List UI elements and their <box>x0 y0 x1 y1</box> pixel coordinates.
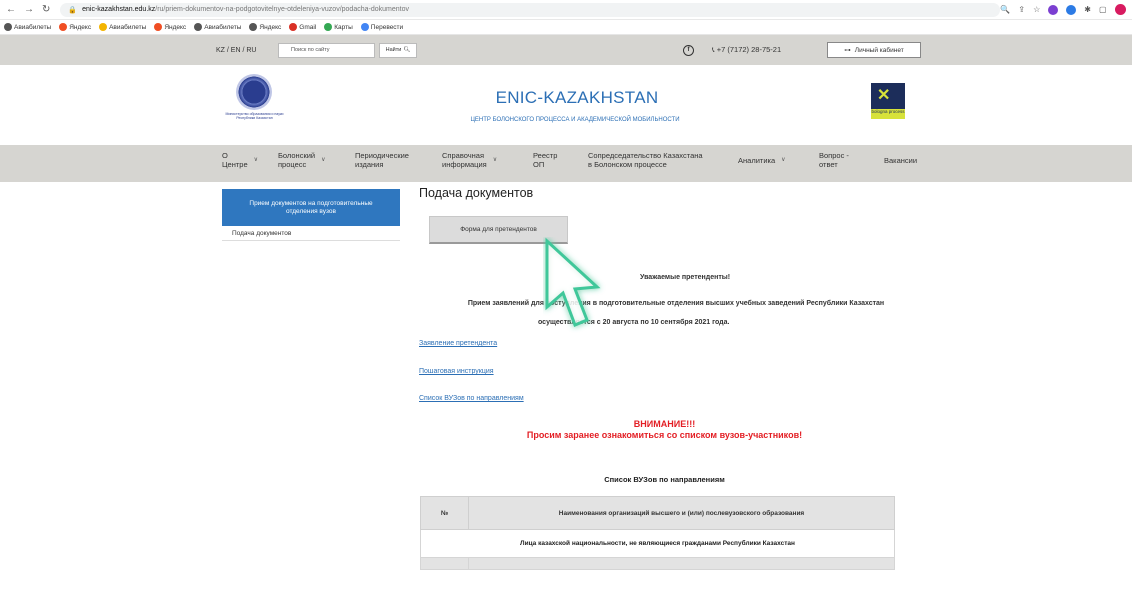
notice-line-2: осуществляется с 20 августа по 10 сентяб… <box>538 319 730 326</box>
ministry-seal-icon <box>236 74 272 110</box>
notice-line-1: Прием заявлений для поступления в подгот… <box>467 300 885 307</box>
url-path: /ru/priem-dokumentov-na-podgotovitelnye-… <box>155 6 409 13</box>
browser-nav: ← → ↻ <box>0 4 60 15</box>
yandex-icon <box>154 23 163 31</box>
bookmark-item[interactable]: Gmail <box>289 23 316 31</box>
chevron-down-icon: ∨ <box>781 157 786 163</box>
link-university-list[interactable]: Список ВУЗов по направлениям <box>419 395 524 402</box>
bologna-mark-icon: ✕ <box>877 87 891 104</box>
nav-item-about[interactable]: О Центре ∨ <box>222 151 258 169</box>
search-button[interactable]: Найти 🔍︎ <box>379 42 417 58</box>
maps-icon <box>324 23 333 31</box>
table-row: Лица казахской национальности, не являющ… <box>420 529 895 558</box>
share-icon[interactable]: ⇪ <box>1018 5 1025 14</box>
sidebar-heading[interactable]: Прием документов на подготовительные отд… <box>222 189 400 226</box>
bookmark-item[interactable]: Яндекс <box>154 23 186 31</box>
bookmark-item[interactable]: Яндекс <box>59 23 91 31</box>
table-cell-category: Лица казахской национальности, не являющ… <box>420 529 895 558</box>
page-title: Подача документов <box>419 186 534 200</box>
sidepanel-icon[interactable]: ▢ <box>1099 5 1107 14</box>
table-cell <box>420 557 469 570</box>
site-header: Министерство образования и науки Республ… <box>0 65 1132 145</box>
site-topbar: KZ / EN / RU Поиск по сайту Найти 🔍︎ f 📞︎… <box>0 35 1132 65</box>
url-domain: enic-kazakhstan.edu.kz <box>82 6 156 13</box>
bookmark-item[interactable]: Перевести <box>360 23 403 31</box>
key-icon: ⊶ <box>844 47 851 54</box>
column-header-organization: Наименования организаций высшего и (или)… <box>468 496 895 530</box>
ministry-logo[interactable]: Министерство образования и науки Республ… <box>222 74 287 126</box>
reload-icon[interactable]: ↻ <box>42 4 50 15</box>
bookmarks-bar: Авиабилеты Яндекс Авиабилеты Яндекс Авиа… <box>0 20 1132 35</box>
translate-icon <box>360 23 369 31</box>
lock-icon: 🔒 <box>68 6 78 14</box>
star-icon[interactable]: ☆ <box>1033 5 1040 14</box>
link-applicant-statement[interactable]: Заявление претендента <box>419 340 497 347</box>
sidebar-item-submit-documents[interactable]: Подача документов <box>222 226 400 241</box>
phone-number: 📞︎ +7 (7172) 28-75-21 <box>712 45 782 54</box>
bookmark-item[interactable]: Карты <box>324 23 353 31</box>
language-switcher[interactable]: KZ / EN / RU <box>216 47 256 54</box>
site-title[interactable]: ENIC-KAZAKHSTAN <box>452 88 702 108</box>
globe-icon <box>194 23 203 31</box>
table-header-row: № Наименования организаций высшего и (ил… <box>420 496 895 530</box>
puzzle-icon[interactable]: ✱ <box>1084 5 1091 14</box>
greeting: Уважаемые претенденты! <box>640 274 731 281</box>
table-cell <box>468 557 895 570</box>
globe-icon <box>4 23 12 31</box>
warning-text: Просим заранее ознакомиться со списком в… <box>526 430 803 440</box>
browser-toolbar: ← → ↻ 🔒 enic-kazakhstan.edu.kz /ru/priem… <box>0 0 1132 20</box>
warning-title: ВНИМАНИЕ!!! <box>633 419 696 429</box>
applicant-form-button[interactable]: Форма для претендентов <box>429 216 568 244</box>
search-icon: 🔍︎ <box>403 47 411 53</box>
chevron-down-icon: ∨ <box>321 156 326 163</box>
address-bar[interactable]: 🔒 enic-kazakhstan.edu.kz /ru/priem-dokum… <box>60 2 1001 17</box>
site-subtitle: ЦЕНТР БОЛОНСКОГО ПРОЦЕССА И АКАДЕМИЧЕСКО… <box>470 117 680 123</box>
bookmark-item[interactable]: Авиабилеты <box>99 23 146 31</box>
globe-icon <box>249 23 258 31</box>
browser-actions: 🔍 ⇪ ☆ ✱ ▢ <box>1000 4 1132 15</box>
bookmark-item[interactable]: Авиабилеты <box>194 23 241 31</box>
nav-item-analytics[interactable]: Аналитика ∨ <box>738 156 786 165</box>
nav-item-faq[interactable]: Вопрос - ответ <box>819 151 849 169</box>
nav-item-periodicals[interactable]: Периодические издания <box>355 151 409 169</box>
back-icon[interactable]: ← <box>6 4 16 15</box>
yandex-icon <box>59 23 68 31</box>
search-input[interactable]: Поиск по сайту <box>278 42 375 58</box>
table-row <box>420 557 895 570</box>
main-navigation: О Центре ∨ Болонский процесс ∨ Периодические… <box>0 145 1132 182</box>
nav-item-reference[interactable]: Справочная информация ∨ <box>442 151 497 169</box>
extension-icon[interactable] <box>1048 4 1059 15</box>
forward-icon[interactable]: → <box>24 4 34 15</box>
column-header-number: № <box>420 496 469 530</box>
university-table: № Наименования организаций высшего и (ил… <box>420 496 895 570</box>
facebook-icon[interactable]: f <box>683 44 694 56</box>
bologna-logo[interactable]: ✕ bologna process <box>871 83 905 119</box>
chevron-down-icon: ∨ <box>253 156 259 163</box>
extension-icon[interactable] <box>1066 4 1077 15</box>
plane-icon <box>99 23 108 31</box>
nav-item-cochair[interactable]: Сопредседательство Казахстана в Болонском… <box>588 151 703 169</box>
nav-item-bologna[interactable]: Болонский процесс ∨ <box>278 151 326 169</box>
nav-item-registry[interactable]: Реестр ОП <box>533 151 557 169</box>
personal-cabinet-button[interactable]: ⊶ Личный кабинет <box>827 42 921 58</box>
zoom-icon[interactable]: 🔍 <box>1000 5 1010 14</box>
profile-avatar[interactable] <box>1114 4 1126 15</box>
table-title: Список ВУЗов по направлениям <box>604 475 725 484</box>
page-content: Прием документов на подготовительные отд… <box>0 182 1132 603</box>
bookmark-item[interactable]: Яндекс <box>249 23 281 31</box>
chevron-down-icon: ∨ <box>492 156 498 163</box>
gmail-icon <box>289 23 298 31</box>
bookmark-item[interactable]: Авиабилеты <box>4 23 51 31</box>
nav-item-vacancies[interactable]: Вакансии <box>884 156 917 165</box>
link-step-guide[interactable]: Пошаговая инструкция <box>419 368 494 375</box>
